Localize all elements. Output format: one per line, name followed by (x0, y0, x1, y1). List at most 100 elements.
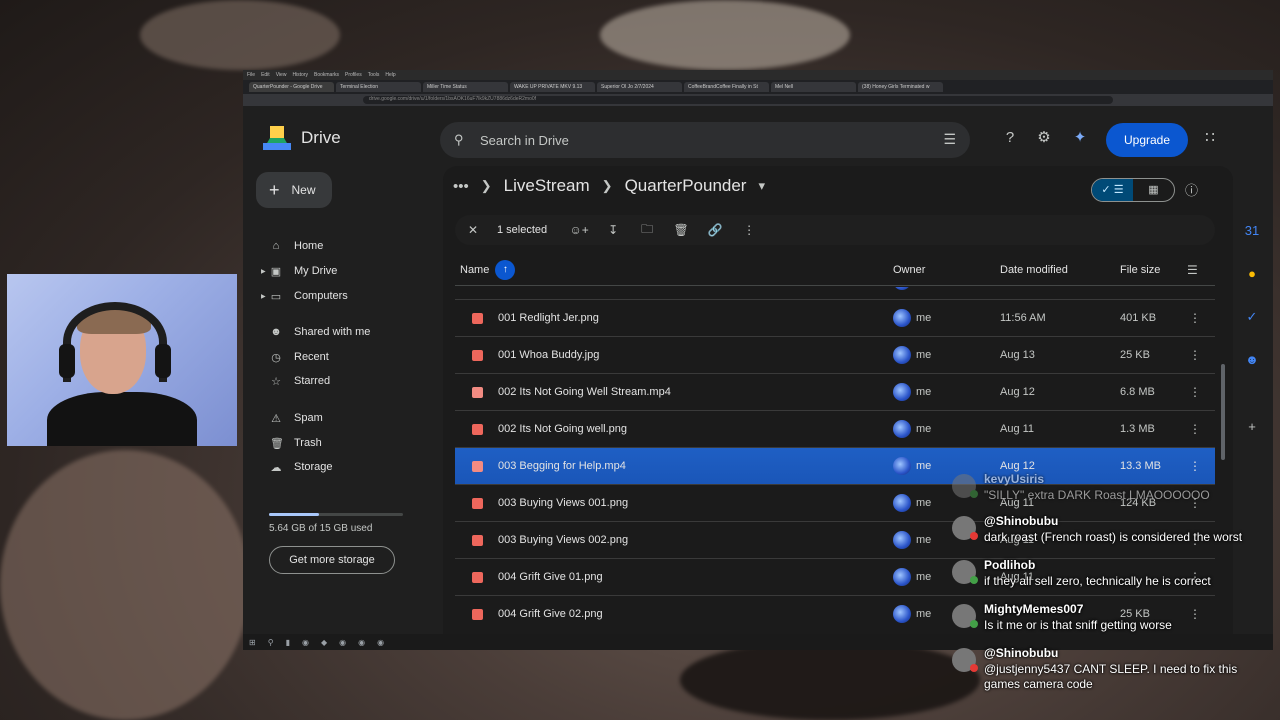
browser-tab[interactable]: Mel Nell (771, 82, 856, 92)
search-icon[interactable]: ⚲ (268, 638, 274, 647)
video-file-icon (472, 461, 483, 472)
sort-arrow-up-icon[interactable]: ↑ (495, 259, 516, 280)
browser-tab[interactable]: (38) Honey Girls Terminated w (858, 82, 943, 92)
browser-tab[interactable]: Superior Ol Jo 2/7/2024 (597, 82, 682, 92)
expand-arrow-icon[interactable]: ▶ (261, 268, 266, 275)
url-field[interactable]: drive.google.com/drive/u/1/folders/1bsAO… (363, 96, 1113, 104)
link-icon[interactable]: 🔗 (705, 223, 725, 237)
column-file-size[interactable]: File size (1120, 264, 1160, 276)
menu-item[interactable]: Edit (261, 72, 270, 78)
more-vert-icon[interactable]: ⋮ (1189, 422, 1201, 436)
search-input[interactable]: Search in Drive (480, 133, 569, 148)
start-icon[interactable]: ⊞ (249, 638, 256, 647)
owner-avatar (893, 494, 911, 512)
grid-view-icon[interactable]: ▦ (1133, 179, 1174, 201)
view-toggle: ✓ ☰ ▦ (1091, 178, 1175, 202)
menu-bar: File Edit View History Bookmarks Profile… (243, 70, 1273, 80)
info-icon[interactable]: ⓘ (1185, 180, 1198, 199)
help-icon[interactable]: ? (1000, 128, 1020, 148)
breadcrumb-current[interactable]: QuarterPounder (625, 176, 747, 196)
more-vert-icon[interactable]: ⋮ (1189, 287, 1201, 288)
menu-item[interactable]: Bookmarks (314, 72, 339, 78)
breadcrumb-parent[interactable]: LiveStream (504, 176, 590, 196)
keep-icon[interactable]: ● (1243, 265, 1261, 283)
sort-options-icon[interactable]: ☰ (1187, 263, 1198, 277)
close-icon[interactable]: ✕ (463, 223, 483, 237)
gear-icon[interactable]: ⚙ (1034, 128, 1054, 148)
upgrade-button[interactable]: Upgrade (1106, 123, 1188, 157)
column-owner[interactable]: Owner (893, 264, 925, 276)
table-row[interactable]: 003 Begging for Help.mp4 me Aug 12 13.3 MB ⋮ (455, 448, 1215, 485)
apps-grid-icon[interactable]: ∷ (1200, 128, 1220, 148)
sidebar-item-spam[interactable]: ⚠ Spam (256, 407, 431, 429)
plus-icon: + (269, 179, 280, 200)
more-vert-icon[interactable]: ⋮ (1189, 459, 1201, 473)
sidebar-item-label: Shared with me (294, 326, 371, 338)
menu-item[interactable]: Tools (368, 72, 380, 78)
sidebar-item-storage[interactable]: ☁ Storage (256, 456, 431, 478)
sidebar-item-my-drive[interactable]: ▶ ▣ My Drive (256, 260, 431, 282)
sidebar-item-trash[interactable]: 🗑 Trash (256, 432, 431, 454)
menu-item[interactable]: View (276, 72, 287, 78)
menu-item[interactable]: Help (385, 72, 395, 78)
scrollbar[interactable] (1221, 364, 1225, 460)
file-owner: me (916, 497, 932, 509)
menu-item[interactable]: File (247, 72, 255, 78)
sidebar-item-shared[interactable]: ☻ Shared with me (256, 321, 431, 343)
search-options-icon[interactable]: ☰ (943, 131, 956, 148)
column-name[interactable]: Name ↑ (460, 259, 516, 280)
sidebar-item-computers[interactable]: ▶ ▭ Computers (256, 285, 431, 307)
more-vert-icon[interactable]: ⋮ (1189, 385, 1201, 399)
browser-icon[interactable]: ◉ (302, 638, 309, 647)
move-icon[interactable]: 🗀 (637, 220, 657, 241)
drive-logo[interactable]: Drive (263, 126, 341, 150)
table-row[interactable]: 002 Its Not Going well.png me Aug 11 1.3 MB… (455, 411, 1215, 448)
file-size: 401 KB (1120, 312, 1157, 324)
browser-tab[interactable]: WAKE UP PRIVATE MKV 9.13 (510, 82, 595, 92)
sidebar-item-recent[interactable]: ◷ Recent (256, 346, 431, 368)
table-row[interactable]: 001 Sample.pngme11:07 AM60 KB⋮ (455, 287, 1215, 300)
more-horiz-icon[interactable]: ••• (453, 178, 469, 195)
share-icon[interactable]: ☺+ (569, 223, 589, 237)
file-owner: me (916, 423, 932, 435)
search-icon[interactable]: ⚲ (454, 132, 464, 148)
sidebar-item-home[interactable]: ⌂ Home (256, 235, 431, 257)
more-vert-icon[interactable]: ⋮ (1189, 311, 1201, 325)
app-icon[interactable]: ◉ (358, 638, 365, 647)
background-blur (600, 0, 850, 70)
browser-tab[interactable]: CoffeeBrandCoffee Finally in St (684, 82, 769, 92)
file-date: Aug 13 (1000, 349, 1035, 361)
browser-tab[interactable]: Terminal Election (336, 82, 421, 92)
more-vert-icon[interactable]: ⋮ (1189, 348, 1201, 362)
browser-tab[interactable]: Miller Time Status (423, 82, 508, 92)
chat-text: Is it me or is that sniff getting worse (984, 618, 1172, 632)
folder-icon[interactable]: ▮ (286, 638, 290, 647)
search-bar[interactable]: ⚲ Search in Drive ☰ (440, 122, 970, 158)
browser-tab[interactable]: QuarterPounder - Google Drive (249, 82, 334, 92)
table-row[interactable]: 002 Its Not Going Well Stream.mp4 me Aug 1… (455, 374, 1215, 411)
caret-down-icon[interactable]: ▾ (758, 178, 765, 194)
add-addon-icon[interactable]: + (1243, 418, 1261, 436)
tasks-icon[interactable]: ✓ (1243, 308, 1261, 326)
calendar-icon[interactable]: 31 (1243, 222, 1261, 240)
column-date-modified[interactable]: Date modified (1000, 264, 1068, 276)
gemini-icon[interactable]: ✦ (1070, 128, 1090, 148)
list-view-icon[interactable]: ✓ ☰ (1092, 179, 1133, 201)
table-row[interactable]: 001 Whoa Buddy.jpg me Aug 13 25 KB ⋮ (455, 337, 1215, 374)
get-more-storage-button[interactable]: Get more storage (269, 546, 395, 574)
menu-item[interactable]: History (292, 72, 308, 78)
more-vert-icon[interactable]: ⋮ (739, 223, 759, 237)
sidebar-item-label: Trash (294, 437, 322, 449)
app-icon[interactable]: ◉ (339, 638, 346, 647)
app-icon[interactable]: ◉ (377, 638, 384, 647)
download-icon[interactable]: ↧ (603, 223, 623, 237)
trash-icon[interactable]: 🗑 (671, 223, 691, 237)
star-icon: ☆ (271, 375, 281, 388)
table-row[interactable]: 001 Redlight Jer.png me 11:56 AM 401 KB ⋮ (455, 300, 1215, 337)
sidebar-item-starred[interactable]: ☆ Starred (256, 370, 431, 392)
contacts-icon[interactable]: ☻ (1243, 351, 1261, 369)
menu-item[interactable]: Profiles (345, 72, 362, 78)
new-button[interactable]: + New (256, 172, 332, 208)
expand-arrow-icon[interactable]: ▶ (261, 293, 266, 300)
app-icon[interactable]: ◆ (321, 638, 327, 647)
